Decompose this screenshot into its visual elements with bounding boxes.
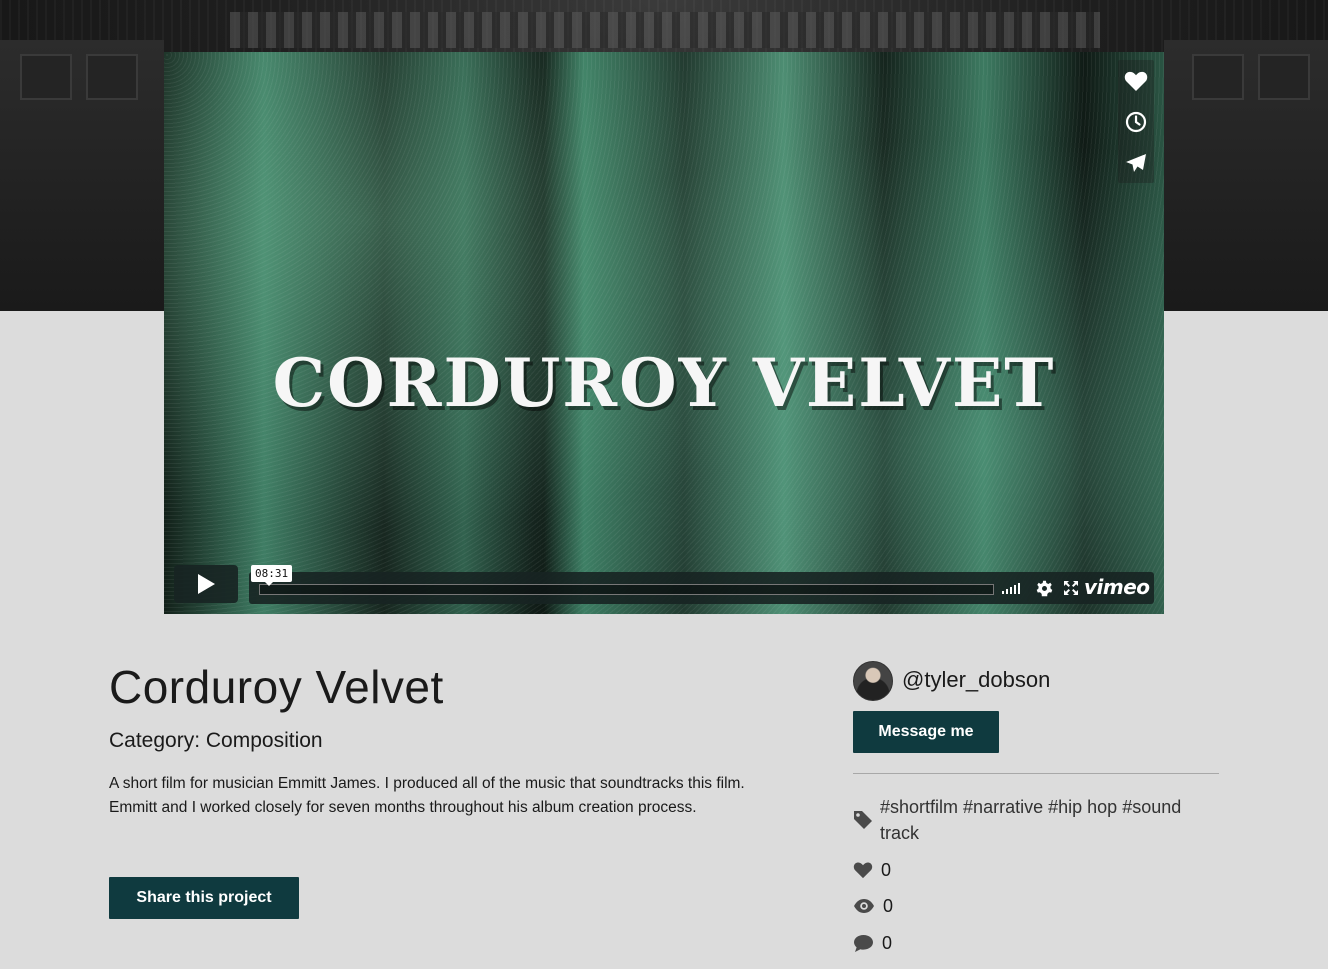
- wall-window: [1258, 54, 1310, 100]
- share-project-button[interactable]: Share this project: [109, 877, 299, 919]
- likes-count: 0: [881, 859, 892, 880]
- wall-window: [20, 54, 72, 100]
- views-count: 0: [883, 895, 894, 916]
- progress-bar[interactable]: 08:31: [251, 565, 994, 595]
- likes-stat: 0: [853, 859, 891, 881]
- vimeo-logo[interactable]: vimeo: [1084, 575, 1150, 599]
- tag-link[interactable]: #hip hop: [1048, 797, 1117, 817]
- heart-icon: [1124, 71, 1148, 91]
- play-icon: [198, 574, 215, 594]
- project-description: A short film for musician Emmitt James. …: [109, 775, 745, 816]
- message-me-button[interactable]: Message me: [853, 711, 999, 753]
- theater-wall-left: [0, 40, 164, 311]
- like-video-button[interactable]: [1118, 60, 1154, 101]
- fullscreen-icon[interactable]: [1063, 580, 1079, 596]
- video-player[interactable]: CORDUROY VELVET 08:31 vimeo: [164, 52, 1164, 614]
- share-video-button[interactable]: [1118, 142, 1154, 183]
- play-button[interactable]: [174, 565, 238, 603]
- project-title: Corduroy Velvet: [109, 661, 444, 713]
- author-username[interactable]: @tyler_dobson: [902, 667, 1050, 693]
- theater-seats: [230, 12, 1100, 48]
- wall-window: [1192, 54, 1244, 100]
- tag-list: #shortfilm #narrative #hip hop #sound tr…: [880, 794, 1220, 846]
- paper-plane-icon: [1126, 153, 1146, 172]
- theater-wall-right: [1164, 40, 1328, 311]
- comments-count: 0: [882, 932, 893, 953]
- project-category: Category: Composition: [109, 729, 323, 752]
- comments-stat: 0: [853, 932, 892, 954]
- timecode-tooltip: 08:31: [251, 565, 293, 586]
- views-stat: 0: [853, 895, 893, 917]
- volume-control[interactable]: [1002, 582, 1020, 594]
- avatar[interactable]: [853, 661, 893, 701]
- tag-link[interactable]: #narrative: [963, 797, 1043, 817]
- divider: [853, 773, 1219, 774]
- eye-icon: [854, 899, 874, 913]
- player-controls: 08:31 vimeo: [174, 565, 1154, 605]
- video-side-actions: [1118, 60, 1154, 183]
- player-control-bar: 08:31 vimeo: [249, 565, 1154, 604]
- wall-window: [86, 54, 138, 100]
- tag-link[interactable]: #shortfilm: [880, 797, 958, 817]
- comment-icon: [854, 934, 873, 952]
- gear-icon[interactable]: [1036, 580, 1053, 597]
- video-title-overlay: CORDUROY VELVET: [272, 344, 1056, 422]
- clock-icon: [1125, 111, 1147, 132]
- tag-icon: [854, 811, 872, 829]
- heart-icon: [853, 862, 873, 879]
- watch-later-button[interactable]: [1118, 101, 1154, 142]
